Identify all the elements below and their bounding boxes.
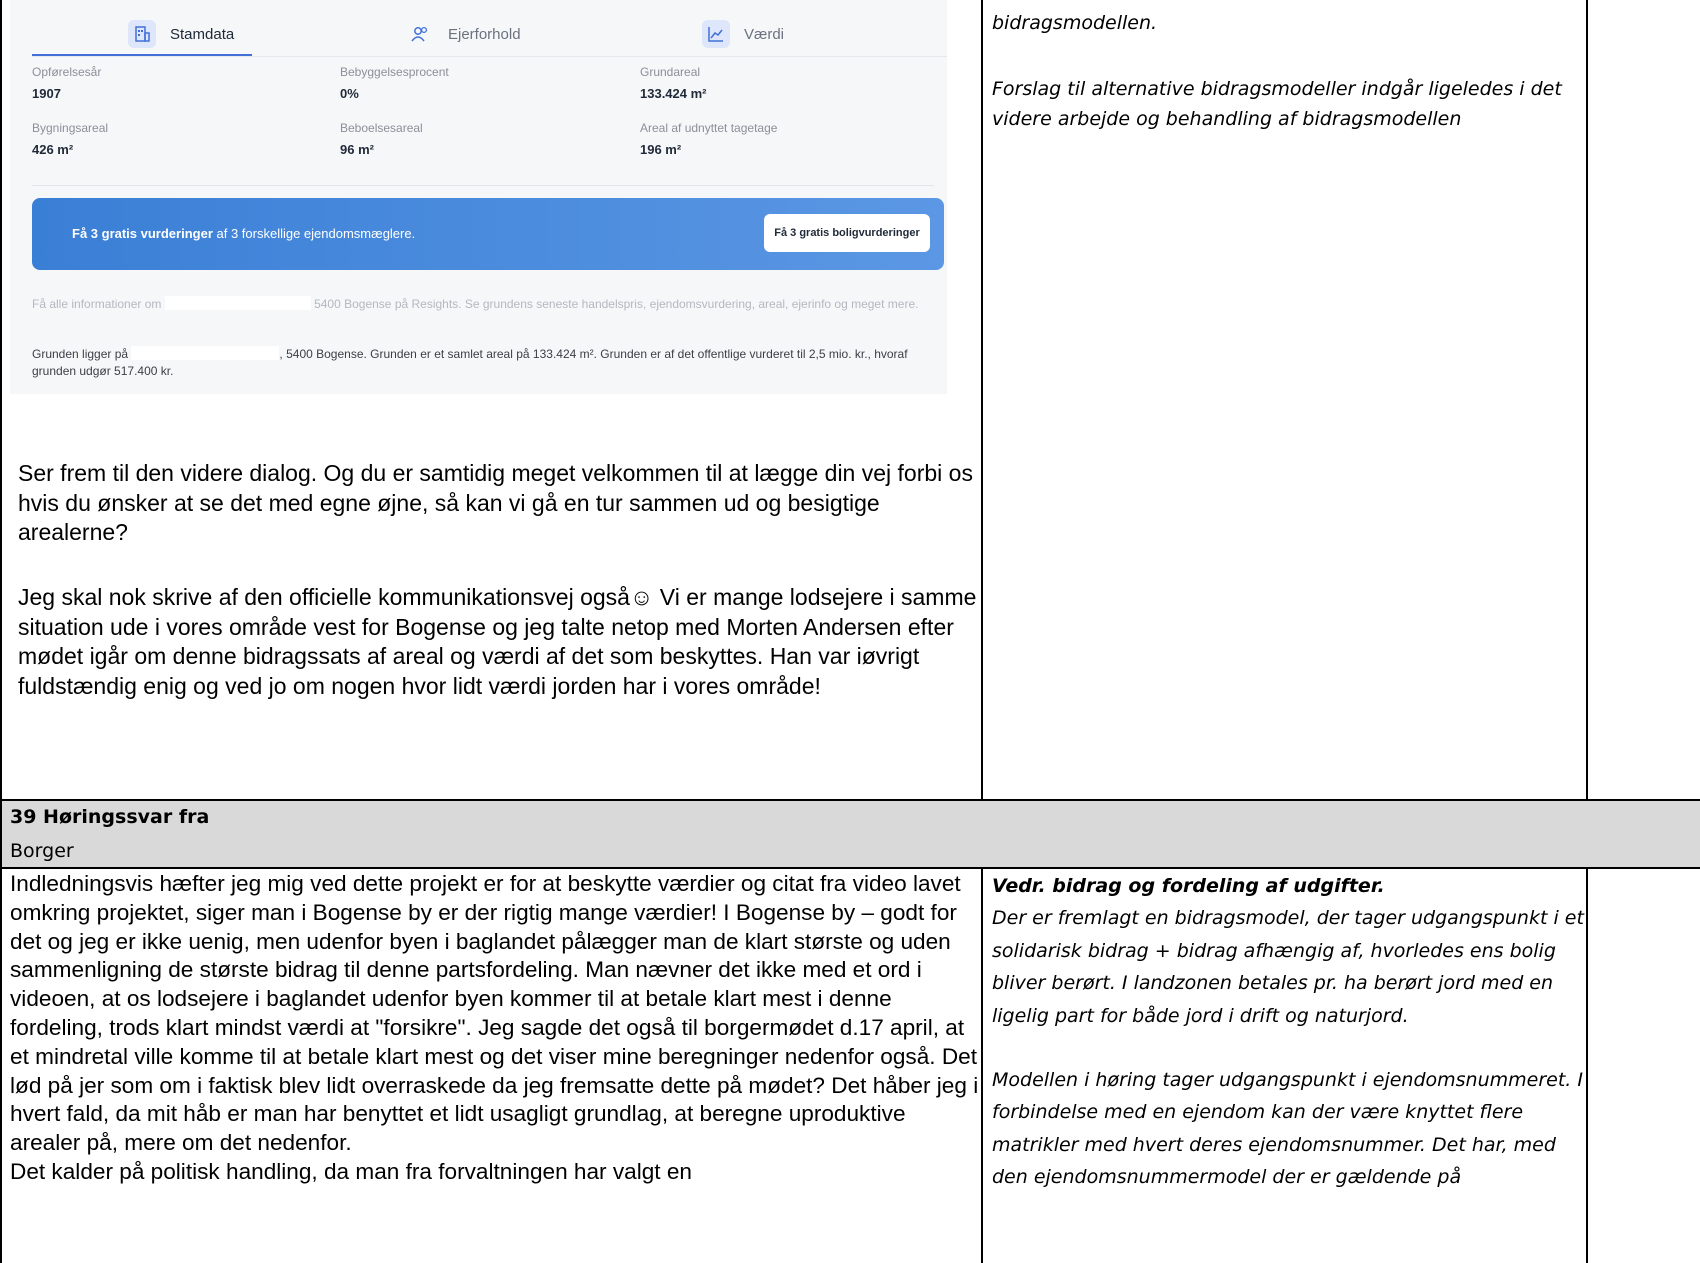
stat-value: 133.424 m²	[640, 86, 707, 101]
response-text: bidragsmodellen.	[992, 12, 1158, 34]
tab-vaerdi[interactable]: Værdi	[702, 18, 784, 50]
tab-stamdata[interactable]: Stamdata	[128, 18, 234, 50]
section-subtitle: Borger	[10, 840, 74, 862]
info-text-gray: Få alle informationer om 5400 Bogense på…	[32, 296, 937, 313]
stat-label: Opførelsesår	[32, 65, 102, 79]
redacted-address	[131, 346, 280, 360]
authority-response: Vedr. bidrag og fordeling af udgifter. D…	[992, 870, 1592, 1194]
stat-label: Bebyggelsesprocent	[340, 65, 449, 79]
table-row-border	[0, 867, 1700, 869]
response-text: Forslag til alternative bidragsmodeller …	[992, 78, 1562, 130]
banner-text: Få 3 gratis vurderinger af 3 forskellige…	[72, 226, 415, 241]
response-paragraph: Der er fremlagt en bidragsmodel, der tag…	[992, 907, 1584, 1027]
property-screenshot: Stamdata Ejerforhold Værdi Opførelsesår …	[10, 0, 947, 394]
hearing-response-text: Indledningsvis hæfter jeg mig ved dette …	[10, 871, 979, 1184]
chart-line-icon	[702, 20, 730, 48]
redacted-address	[164, 296, 311, 310]
building-icon	[128, 20, 156, 48]
stat-grundareal: Grundareal 133.424 m²	[640, 65, 707, 101]
property-tabs: Stamdata Ejerforhold Værdi	[10, 0, 947, 57]
info-text-dark: Grunden ligger på , 5400 Bogense. Grunde…	[32, 346, 937, 380]
table-divider	[981, 868, 983, 1263]
letter-paragraph: Jeg skal nok skrive af den officielle ko…	[18, 584, 977, 699]
valuation-banner: Få 3 gratis vurderinger af 3 forskellige…	[32, 198, 944, 270]
table-divider	[981, 0, 983, 800]
tab-label: Ejerforhold	[448, 25, 521, 43]
banner-rest: af 3 forskellige ejendomsmæglere.	[212, 226, 416, 241]
tab-label: Stamdata	[170, 25, 235, 43]
info-gray-a: Få alle informationer om	[32, 297, 162, 311]
stat-value: 96 m²	[340, 142, 374, 157]
stat-label: Areal af udnyttet tagetage	[640, 121, 778, 135]
stats-divider	[32, 185, 934, 186]
info-gray-b: 5400 Bogense på Resights. Se grundens se…	[314, 297, 919, 311]
people-icon	[406, 20, 434, 48]
response-paragraph: Modellen i høring tager udgangspunkt i e…	[992, 1069, 1583, 1189]
banner-bold: Få 3 gratis vurderinger	[72, 226, 213, 241]
letter-paragraph: Ser frem til den videre dialog. Og du er…	[18, 460, 973, 545]
stat-label: Bygningsareal	[32, 121, 109, 135]
section-header	[0, 800, 1700, 868]
table-divider	[1586, 0, 1588, 800]
stat-bygningsareal: Bygningsareal 426 m²	[32, 121, 108, 157]
table-row-border	[0, 799, 1700, 801]
stat-beboelsesareal: Beboelsesareal 96 m²	[340, 121, 423, 157]
stat-value: 0%	[340, 86, 359, 101]
response-heading: Vedr. bidrag og fordeling af udgifter.	[992, 875, 1385, 897]
valuation-button[interactable]: Få 3 gratis boligvurderinger	[764, 214, 930, 252]
stat-label: Beboelsesareal	[340, 121, 423, 135]
tab-label: Værdi	[744, 25, 785, 43]
section-title: 39 Høringssvar fra	[10, 806, 210, 828]
stat-label: Grundareal	[640, 65, 701, 79]
table-border-left	[0, 0, 2, 1263]
stat-opfoerelsesaar: Opførelsesår 1907	[32, 65, 101, 101]
table-divider	[1586, 868, 1588, 1263]
hearing-response-body: Indledningsvis hæfter jeg mig ved dette …	[10, 870, 980, 1187]
tab-ejerforhold[interactable]: Ejerforhold	[406, 18, 521, 50]
stat-value: 196 m²	[640, 142, 682, 157]
stat-value: 426 m²	[32, 142, 74, 157]
stat-tagetage: Areal af udnyttet tagetage 196 m²	[640, 121, 777, 157]
info-dark-a: Grunden ligger på	[32, 347, 129, 361]
stat-bebyggelsesprocent: Bebyggelsesprocent 0%	[340, 65, 449, 101]
stat-value: 1907	[32, 86, 61, 101]
tabs-divider	[32, 56, 947, 57]
